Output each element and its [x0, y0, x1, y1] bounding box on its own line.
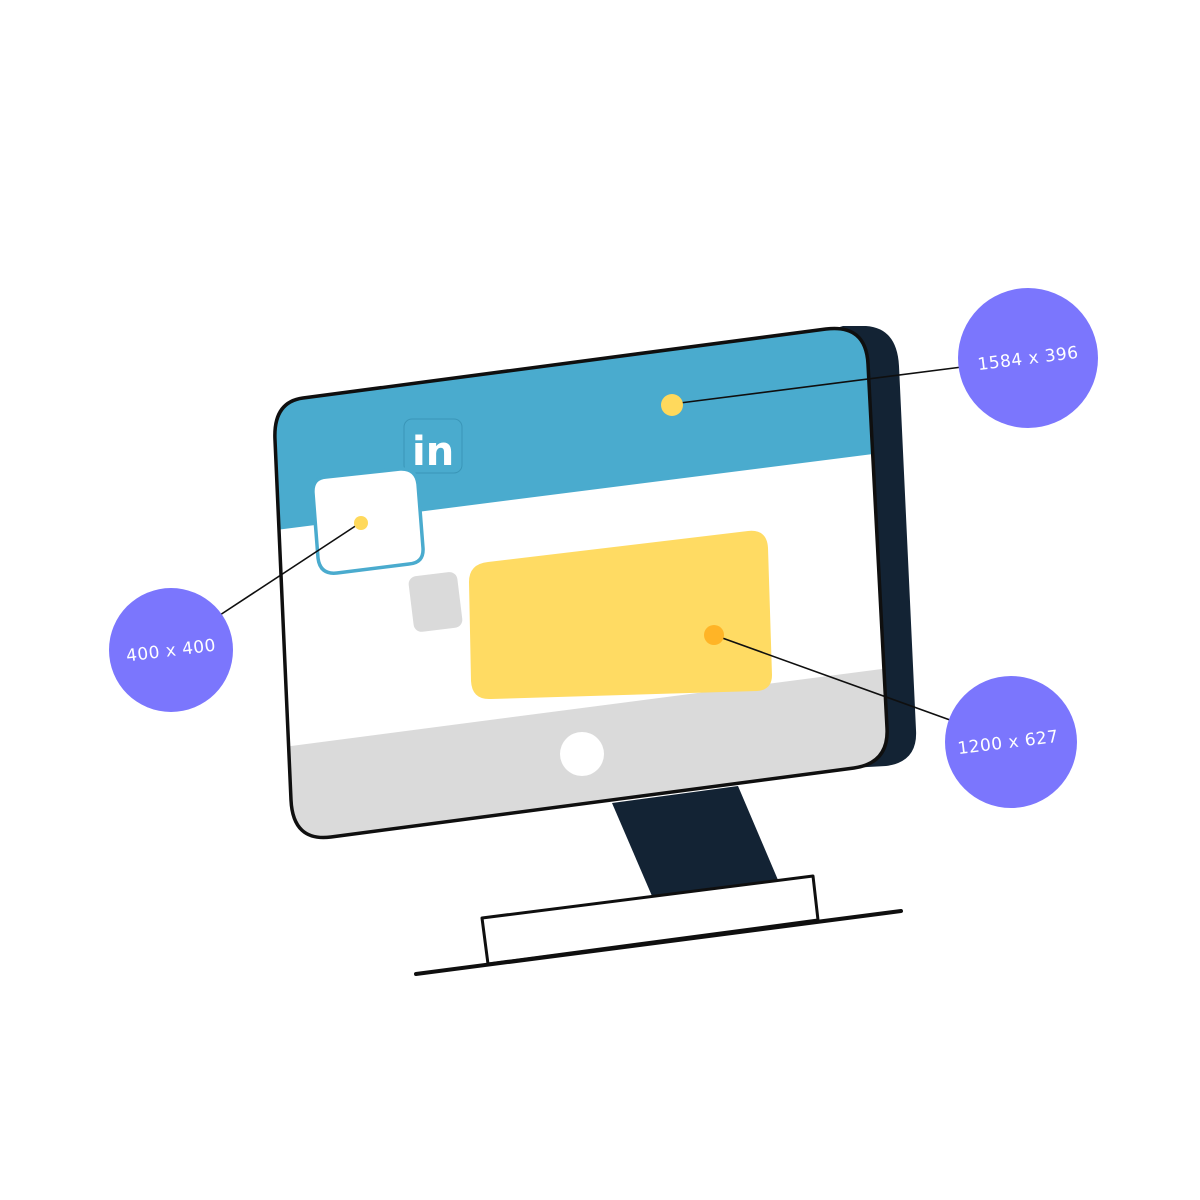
post-avatar-placeholder [408, 572, 463, 632]
monitor-illustration: in 1584 x 396 400 x 400 1200 x 627 [109, 288, 1098, 976]
post-marker [704, 625, 724, 645]
linkedin-logo: in [403, 418, 463, 475]
profile-picture-placeholder [311, 467, 425, 575]
profile-size-callout: 400 x 400 [109, 588, 233, 712]
banner-marker [661, 394, 683, 416]
profile-marker [354, 516, 368, 530]
post-size-callout: 1200 x 627 [945, 676, 1077, 808]
power-button [560, 732, 604, 776]
monitor-stand-neck [612, 786, 778, 896]
banner-size-callout: 1584 x 396 [958, 288, 1098, 428]
linkedin-logo-text: in [412, 429, 454, 475]
